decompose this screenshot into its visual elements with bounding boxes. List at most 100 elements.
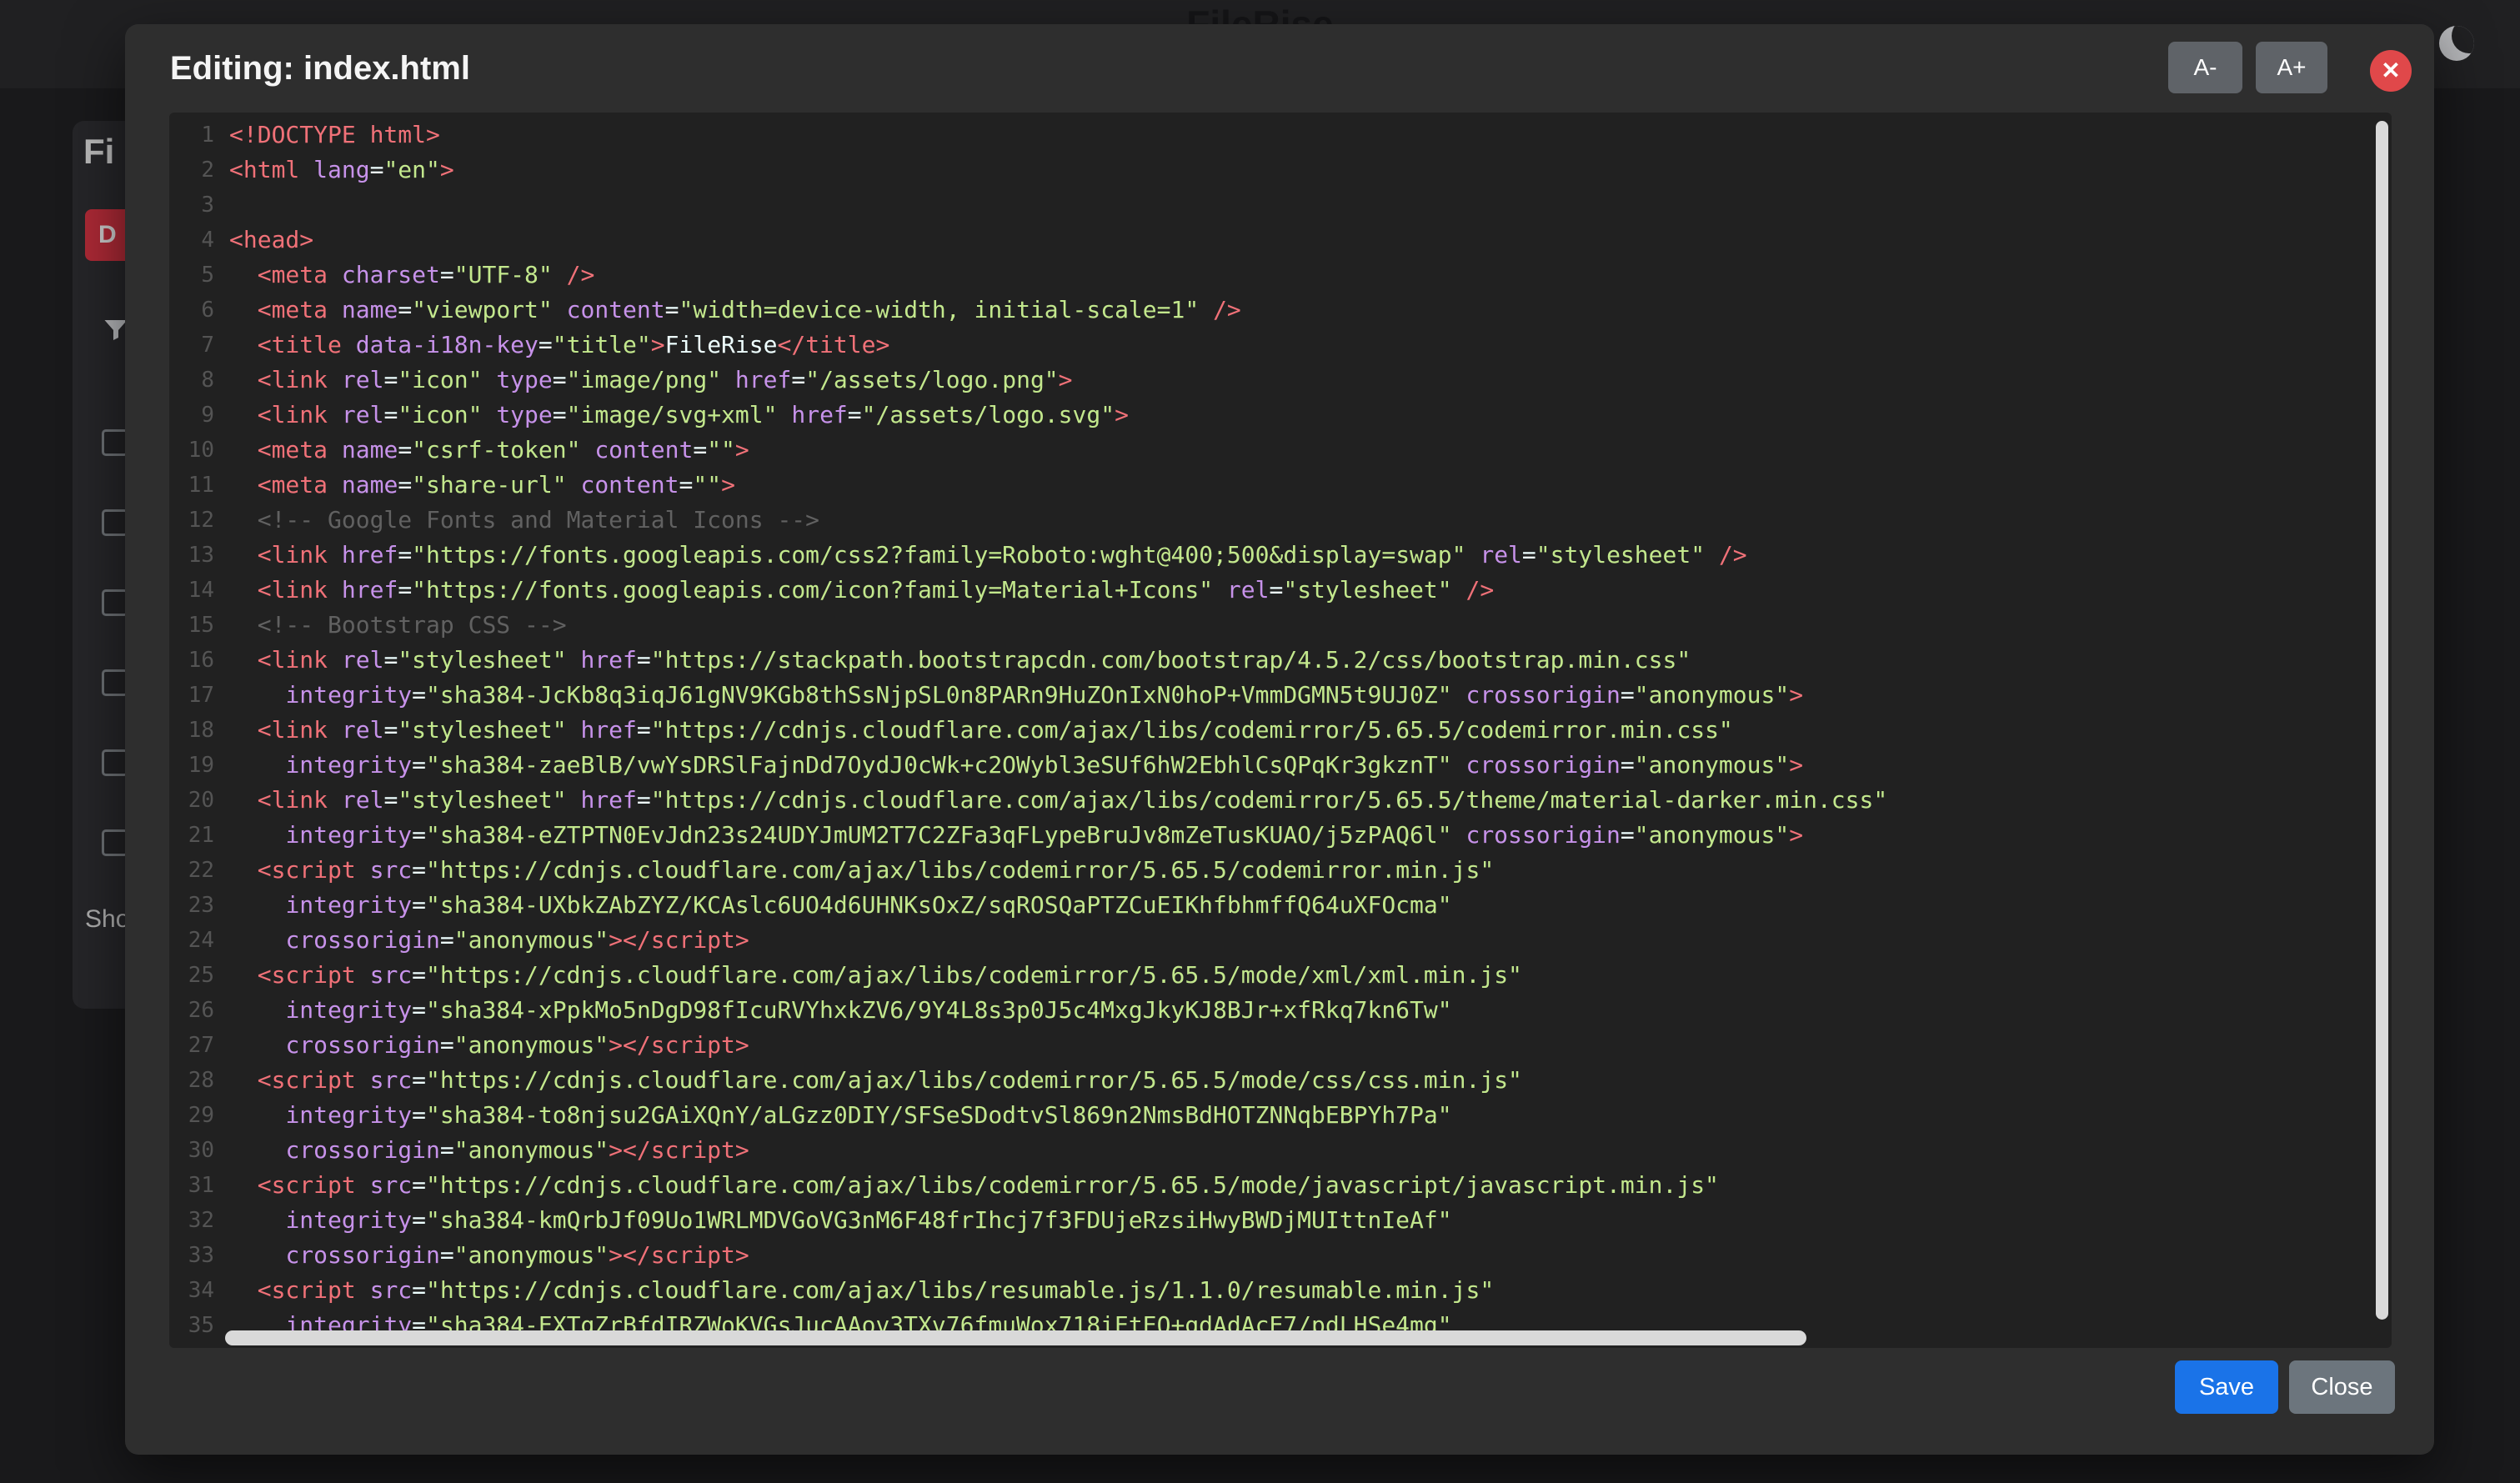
line-number: 22 (169, 853, 224, 888)
line-number: 35 (169, 1308, 224, 1343)
save-button[interactable]: Save (2175, 1360, 2278, 1414)
code-line-text: <script src="https://cdnjs.cloudflare.co… (224, 1063, 1522, 1098)
code-line[interactable]: 19 integrity="sha384-zaeBlB/vwYsDRSlFajn… (169, 748, 2392, 783)
line-number: 31 (169, 1168, 224, 1203)
line-number: 28 (169, 1063, 224, 1098)
code-line[interactable]: 21 integrity="sha384-eZTPTN0EvJdn23s24UD… (169, 818, 2392, 853)
code-line[interactable]: 4<head> (169, 223, 2392, 258)
code-line-text: <script src="https://cdnjs.cloudflare.co… (224, 853, 1494, 888)
code-line[interactable]: 27 crossorigin="anonymous"></script> (169, 1028, 2392, 1063)
code-line-text: <script src="https://cdnjs.cloudflare.co… (224, 1273, 1494, 1308)
line-number: 25 (169, 958, 224, 993)
code-line[interactable]: 24 crossorigin="anonymous"></script> (169, 923, 2392, 958)
code-line[interactable]: 16 <link rel="stylesheet" href="https://… (169, 643, 2392, 678)
code-line-text: <head> (224, 223, 313, 258)
close-button[interactable]: Close (2289, 1360, 2395, 1414)
code-line[interactable]: 30 crossorigin="anonymous"></script> (169, 1133, 2392, 1168)
line-number: 29 (169, 1098, 224, 1133)
line-number: 26 (169, 993, 224, 1028)
code-line-text: <meta name="viewport" content="width=dev… (224, 293, 1241, 328)
code-line-text: <link rel="stylesheet" href="https://cdn… (224, 713, 1733, 748)
line-number: 18 (169, 713, 224, 748)
code-line-text: <meta name="share-url" content=""> (224, 468, 735, 503)
code-line-text: <!-- Google Fonts and Material Icons --> (224, 503, 819, 538)
line-number: 34 (169, 1273, 224, 1308)
code-line[interactable]: 18 <link rel="stylesheet" href="https://… (169, 713, 2392, 748)
code-line[interactable]: 13 <link href="https://fonts.googleapis.… (169, 538, 2392, 573)
code-line-text: <!DOCTYPE html> (224, 118, 440, 153)
line-number: 5 (169, 258, 224, 293)
line-number: 2 (169, 153, 224, 188)
line-number: 15 (169, 608, 224, 643)
code-line[interactable]: 32 integrity="sha384-kmQrbJf09Uo1WRLMDVG… (169, 1203, 2392, 1238)
code-line-text: <html lang="en"> (224, 153, 454, 188)
code-line-text: integrity="sha384-UXbkZAbZYZ/KCAslc6UO4d… (224, 888, 1452, 923)
line-number: 24 (169, 923, 224, 958)
code-line-text: <link href="https://fonts.googleapis.com… (224, 538, 1747, 573)
code-line-text: crossorigin="anonymous"></script> (224, 1133, 749, 1168)
code-line[interactable]: 23 integrity="sha384-UXbkZAbZYZ/KCAslc6U… (169, 888, 2392, 923)
code-line[interactable]: 7 <title data-i18n-key="title">FileRise<… (169, 328, 2392, 363)
code-line-text: crossorigin="anonymous"></script> (224, 1028, 749, 1063)
vertical-scrollbar[interactable] (2376, 121, 2388, 1320)
code-line-text: <script src="https://cdnjs.cloudflare.co… (224, 958, 1522, 993)
line-number: 30 (169, 1133, 224, 1168)
code-line[interactable]: 33 crossorigin="anonymous"></script> (169, 1238, 2392, 1273)
code-line[interactable]: 5 <meta charset="UTF-8" /> (169, 258, 2392, 293)
line-number: 3 (169, 188, 224, 223)
code-line[interactable]: 15 <!-- Bootstrap CSS --> (169, 608, 2392, 643)
editor-modal: Editing: index.html A- A+ ✕ 1<!DOCTYPE h… (125, 24, 2434, 1455)
modal-title: Editing: index.html (170, 24, 470, 113)
code-line-text: <script src="https://cdnjs.cloudflare.co… (224, 1168, 1719, 1203)
line-number: 14 (169, 573, 224, 608)
code-line-text: <link href="https://fonts.googleapis.com… (224, 573, 1494, 608)
line-number: 1 (169, 118, 224, 153)
code-area: 1<!DOCTYPE html>2<html lang="en">34<head… (169, 118, 2392, 1343)
line-number: 27 (169, 1028, 224, 1063)
code-line[interactable]: 17 integrity="sha384-JcKb8q3iqJ61gNV9KGb… (169, 678, 2392, 713)
code-line-text: <link rel="stylesheet" href="https://sta… (224, 643, 1691, 678)
code-editor[interactable]: 1<!DOCTYPE html>2<html lang="en">34<head… (169, 113, 2392, 1348)
code-line[interactable]: 3 (169, 188, 2392, 223)
code-line[interactable]: 26 integrity="sha384-xPpkMo5nDgD98fIcuRV… (169, 993, 2392, 1028)
code-line[interactable]: 34 <script src="https://cdnjs.cloudflare… (169, 1273, 2392, 1308)
code-line[interactable]: 31 <script src="https://cdnjs.cloudflare… (169, 1168, 2392, 1203)
code-line[interactable]: 14 <link href="https://fonts.googleapis.… (169, 573, 2392, 608)
modal-close-icon[interactable]: ✕ (2370, 50, 2412, 92)
code-line[interactable]: 22 <script src="https://cdnjs.cloudflare… (169, 853, 2392, 888)
font-increase-button[interactable]: A+ (2256, 42, 2327, 93)
code-line-text: <!-- Bootstrap CSS --> (224, 608, 567, 643)
line-number: 9 (169, 398, 224, 433)
font-decrease-button[interactable]: A- (2168, 42, 2242, 93)
code-line[interactable]: 1<!DOCTYPE html> (169, 118, 2392, 153)
code-line[interactable]: 8 <link rel="icon" type="image/png" href… (169, 363, 2392, 398)
code-line-text: integrity="sha384-xPpkMo5nDgD98fIcuRVYhx… (224, 993, 1452, 1028)
code-line-text: <meta name="csrf-token" content=""> (224, 433, 749, 468)
horizontal-scrollbar[interactable] (225, 1330, 1806, 1345)
line-number: 23 (169, 888, 224, 923)
code-line[interactable]: 10 <meta name="csrf-token" content=""> (169, 433, 2392, 468)
code-line[interactable]: 9 <link rel="icon" type="image/svg+xml" … (169, 398, 2392, 433)
line-number: 33 (169, 1238, 224, 1273)
line-number: 7 (169, 328, 224, 363)
line-number: 12 (169, 503, 224, 538)
code-line[interactable]: 28 <script src="https://cdnjs.cloudflare… (169, 1063, 2392, 1098)
line-number: 32 (169, 1203, 224, 1238)
code-line[interactable]: 20 <link rel="stylesheet" href="https://… (169, 783, 2392, 818)
code-line-text: integrity="sha384-kmQrbJf09Uo1WRLMDVGoVG… (224, 1203, 1452, 1238)
code-line-text: crossorigin="anonymous"></script> (224, 1238, 749, 1273)
line-number: 4 (169, 223, 224, 258)
line-number: 11 (169, 468, 224, 503)
code-line[interactable]: 11 <meta name="share-url" content=""> (169, 468, 2392, 503)
code-line-text: integrity="sha384-JcKb8q3iqJ61gNV9KGb8th… (224, 678, 1803, 713)
code-line-text: integrity="sha384-eZTPTN0EvJdn23s24UDYJm… (224, 818, 1803, 853)
code-line[interactable]: 25 <script src="https://cdnjs.cloudflare… (169, 958, 2392, 993)
line-number: 6 (169, 293, 224, 328)
code-line-text: integrity="sha384-zaeBlB/vwYsDRSlFajnDd7… (224, 748, 1803, 783)
code-line-text: <link rel="icon" type="image/svg+xml" hr… (224, 398, 1129, 433)
code-line[interactable]: 12 <!-- Google Fonts and Material Icons … (169, 503, 2392, 538)
code-line[interactable]: 2<html lang="en"> (169, 153, 2392, 188)
code-line[interactable]: 6 <meta name="viewport" content="width=d… (169, 293, 2392, 328)
code-line[interactable]: 29 integrity="sha384-to8njsu2GAiXQnY/aLG… (169, 1098, 2392, 1133)
line-number: 13 (169, 538, 224, 573)
